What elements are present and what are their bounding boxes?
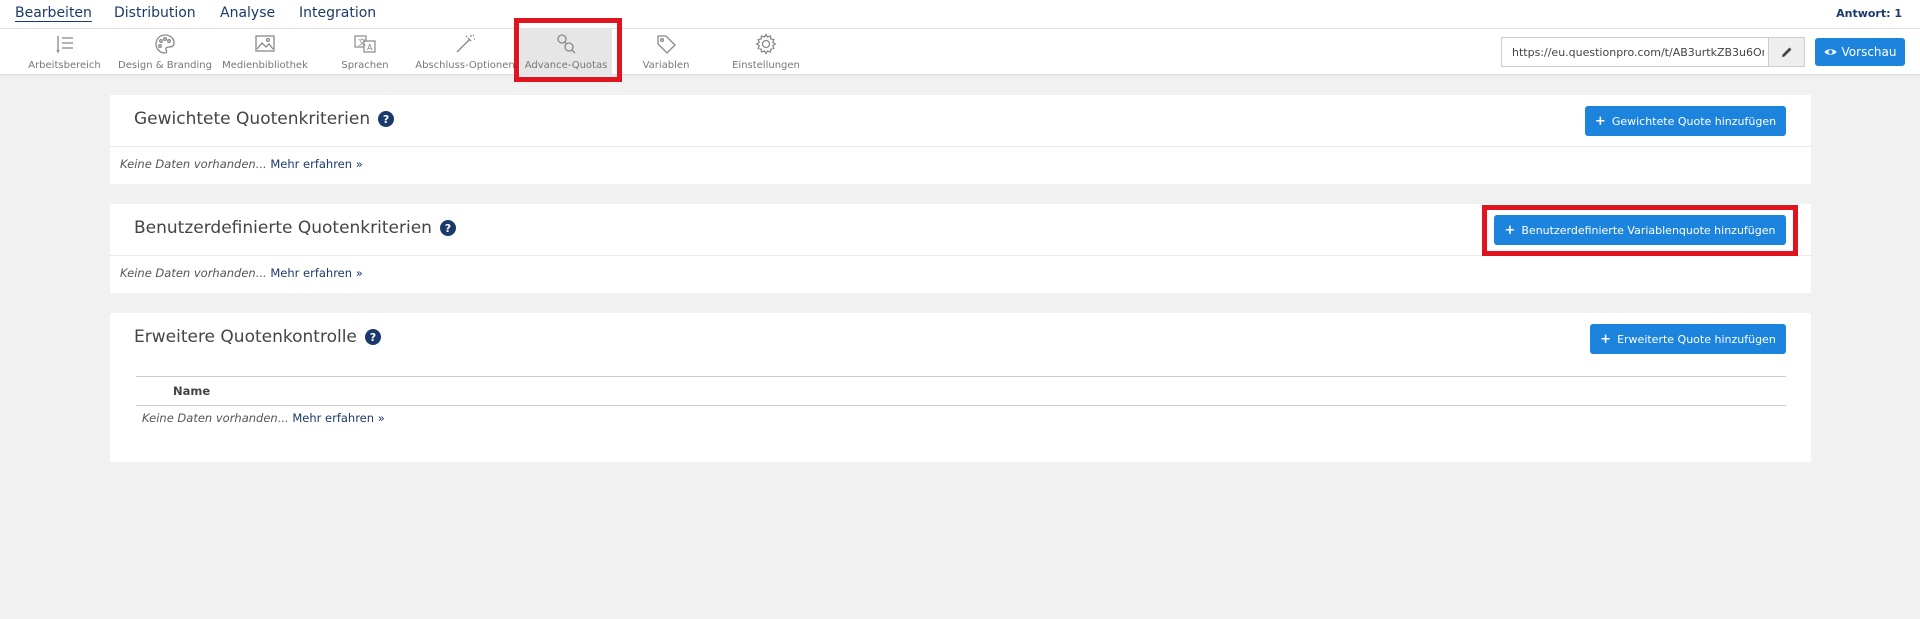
custom-quota-panel: Benutzerdefinierte Quotenkriterien ? + B… (110, 204, 1811, 293)
column-name-header[interactable]: Name (173, 384, 210, 398)
quota-table-header: Name (136, 376, 1786, 406)
add-weighted-quota-button[interactable]: + Gewichtete Quote hinzufügen (1585, 106, 1786, 136)
panel-header: Gewichtete Quotenkriterien ? + Gewichtet… (110, 95, 1811, 147)
eye-icon (1824, 49, 1837, 55)
svg-text:文: 文 (358, 37, 366, 47)
panel-header: Benutzerdefinierte Quotenkriterien ? + B… (110, 204, 1811, 256)
tab-bearbeiten[interactable]: Bearbeiten (15, 5, 92, 21)
button-label: Gewichtete Quote hinzufügen (1611, 114, 1777, 128)
preview-label: Vorschau (1841, 45, 1897, 59)
no-data-message: Keine Daten vorhanden... Mehr erfahren » (120, 266, 363, 280)
tool-design-branding[interactable]: Design & Branding (118, 29, 212, 75)
tool-label: Einstellungen (732, 60, 800, 71)
no-data-message: Keine Daten vorhanden... Mehr erfahren » (142, 411, 385, 425)
survey-url-text: https://eu.questionpro.com/t/AB3urtkZB3u… (1512, 45, 1764, 59)
quota-icon (555, 33, 577, 55)
tool-arbeitsbereich[interactable]: Arbeitsbereich (28, 29, 101, 75)
plus-icon: + (1594, 113, 1606, 129)
advanced-quota-panel: Erweitere Quotenkontrolle ? + Erweiterte… (110, 313, 1811, 462)
tool-label: Arbeitsbereich (28, 60, 101, 71)
no-data-text: Keine Daten vorhanden... (120, 266, 267, 280)
weighted-quota-title: Gewichtete Quotenkriterien (134, 109, 371, 129)
no-data-text: Keine Daten vorhanden... (120, 157, 267, 171)
tool-label: Design & Branding (118, 60, 212, 71)
no-data-text: Keine Daten vorhanden... (142, 411, 289, 425)
button-label: Erweiterte Quote hinzufügen (1617, 332, 1776, 346)
tool-variablen[interactable]: Variablen (636, 29, 696, 75)
tool-abschluss-optionen[interactable]: Abschluss-Optionen (415, 29, 515, 75)
edit-url-button[interactable] (1768, 38, 1804, 66)
translate-icon: 文A (354, 33, 376, 55)
help-icon[interactable]: ? (378, 111, 395, 127)
learn-more-link[interactable]: Mehr erfahren » (292, 411, 384, 425)
preview-button[interactable]: Vorschau (1815, 38, 1905, 66)
no-data-message: Keine Daten vorhanden... Mehr erfahren » (120, 157, 363, 171)
workspace-icon (54, 33, 76, 55)
response-count[interactable]: Antwort: 1 (1836, 7, 1902, 20)
weighted-quota-panel: Gewichtete Quotenkriterien ? + Gewichtet… (110, 95, 1811, 184)
tool-einstellungen[interactable]: Einstellungen (728, 29, 804, 75)
tool-label: Sprachen (341, 60, 389, 71)
button-label: Benutzerdefinierte Variablenquote hinzuf… (1521, 223, 1776, 237)
panel-title: Benutzerdefinierte Quotenkriterien ? (134, 218, 456, 238)
tool-label: Advance-Quotas (524, 60, 608, 71)
survey-url-field[interactable]: https://eu.questionpro.com/t/AB3urtkZB3u… (1501, 37, 1805, 67)
custom-quota-title: Benutzerdefinierte Quotenkriterien (134, 218, 432, 238)
tool-advance-quotas[interactable]: Advance-Quotas (520, 29, 612, 75)
plus-icon: + (1504, 222, 1516, 238)
add-advanced-quota-button[interactable]: + Erweiterte Quote hinzufügen (1590, 324, 1786, 354)
magic-wand-icon (454, 33, 476, 55)
svg-text:A: A (367, 43, 373, 52)
plus-icon: + (1600, 331, 1612, 347)
tool-label: Variablen (642, 60, 690, 71)
add-custom-variable-quota-button[interactable]: + Benutzerdefinierte Variablenquote hinz… (1494, 215, 1786, 245)
tool-sprachen[interactable]: 文A Sprachen (335, 29, 395, 75)
tab-distribution[interactable]: Distribution (114, 5, 196, 21)
tool-medienbibliothek[interactable]: Medienbibliothek (222, 29, 308, 75)
tool-label: Medienbibliothek (222, 60, 308, 71)
help-icon[interactable]: ? (364, 329, 381, 345)
tab-integration[interactable]: Integration (299, 5, 376, 21)
learn-more-link[interactable]: Mehr erfahren » (270, 266, 362, 280)
panel-header: Erweitere Quotenkontrolle ? + Erweiterte… (110, 313, 1811, 365)
tool-label: Abschluss-Optionen (415, 60, 515, 71)
advanced-quota-title: Erweitere Quotenkontrolle (134, 327, 357, 347)
pencil-icon (1781, 47, 1791, 57)
panel-title: Gewichtete Quotenkriterien ? (134, 109, 395, 129)
top-navigation: Bearbeiten Distribution Analyse Integrat… (0, 0, 1920, 29)
gear-icon (755, 33, 777, 55)
tab-analyse[interactable]: Analyse (220, 5, 275, 21)
help-icon[interactable]: ? (439, 220, 456, 236)
panel-title: Erweitere Quotenkontrolle ? (134, 327, 381, 347)
learn-more-link[interactable]: Mehr erfahren » (270, 157, 362, 171)
tag-icon (655, 33, 677, 55)
palette-icon (154, 33, 176, 55)
image-icon (254, 33, 276, 55)
